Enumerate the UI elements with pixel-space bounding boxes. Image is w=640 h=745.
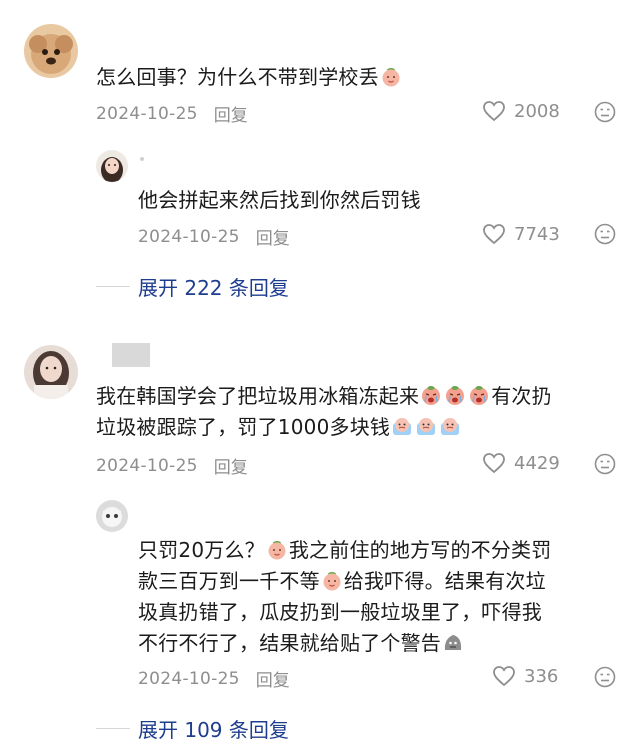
reply-button[interactable]: 回复 [256,666,290,691]
reply-date: 2024-10-25 [138,226,240,247]
avatar[interactable] [96,150,128,182]
reply-text: 他会拼起来然后找到你然后罚钱 [138,188,421,212]
avatar[interactable] [96,500,128,532]
like-count: 336 [524,665,559,687]
reply-button[interactable]: 回复 [256,224,290,249]
username-redacted [112,343,150,367]
comment-meta: 2024-10-25 回复 [96,101,248,127]
heart-outline-icon [483,101,505,122]
expand-replies-label: 展开 222 条回复 [138,276,289,300]
peach-smile-emoji [323,572,341,591]
expand-replies-button[interactable]: 展开 109 条回复 [96,714,289,743]
like-button[interactable]: 2008 [482,100,560,122]
peach-smile-emoji [382,68,400,87]
heart-outline-icon [493,666,515,687]
avatar[interactable] [24,24,78,78]
expand-replies-button[interactable]: 展开 222 条回复 [96,272,289,301]
frown-face-icon[interactable] [594,101,616,123]
reply-text: 只罚20万么？ 我之前住的地方写的不分类罚 款三百万到一千不等 给我吓得。结果有次垃… [138,538,552,655]
reply-button[interactable]: 回复 [214,453,248,478]
divider [96,286,130,287]
divider [96,728,130,729]
crying-face-emoji [446,386,465,405]
heart-outline-icon [483,224,505,245]
expand-replies-label: 展开 109 条回复 [138,718,289,742]
comment-text: 怎么回事？为什么不带到学校丢 [96,62,403,93]
avatar[interactable] [24,345,78,399]
comment-meta: 2024-10-25 回复 [96,453,248,479]
like-button[interactable]: 336 [492,665,558,687]
comment-text: 我在韩国学会了把垃圾用冰箱冻起来 有次扔 垃圾被跟踪了，罚了1000多块钱 [96,384,552,439]
grey-blob-emoji [444,635,462,650]
reply-meta: 2024-10-25 回复 [138,224,290,250]
frown-face-icon[interactable] [594,666,616,688]
frown-face-icon[interactable] [594,223,616,245]
like-count: 4429 [514,452,560,474]
sweat-face-emoji [441,418,460,435]
sweat-face-emoji [417,418,436,435]
like-count: 7743 [514,223,560,245]
like-count: 2008 [514,100,560,122]
username-placeholder [140,157,144,161]
peach-smile-emoji [268,541,286,560]
crying-face-emoji [470,386,489,405]
reply-date: 2024-10-25 [138,668,240,689]
crying-face-emoji [422,386,441,405]
heart-outline-icon [483,453,505,474]
reply-meta: 2024-10-25 回复 [138,666,290,692]
frown-face-icon[interactable] [594,453,616,475]
comment-date: 2024-10-25 [96,455,198,476]
sweat-face-emoji [393,418,412,435]
comment-date: 2024-10-25 [96,103,198,124]
like-button[interactable]: 4429 [482,452,560,474]
like-button[interactable]: 7743 [482,223,560,245]
reply-button[interactable]: 回复 [214,101,248,126]
